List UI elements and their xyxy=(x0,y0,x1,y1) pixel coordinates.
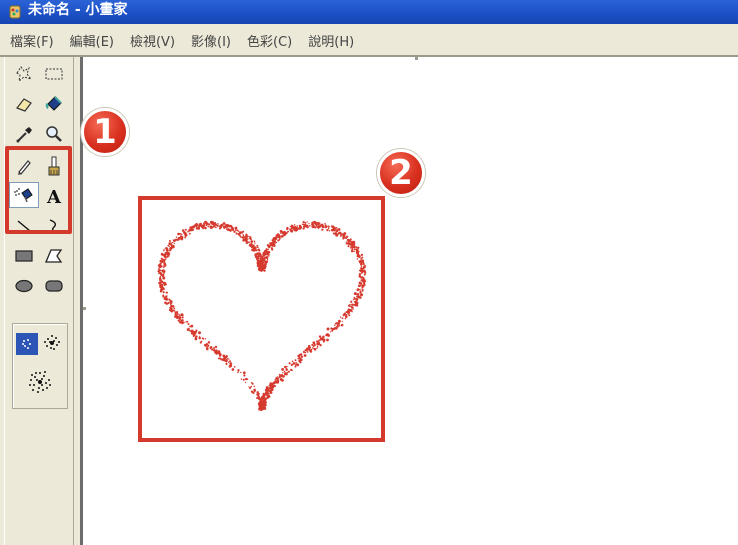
menu-colors[interactable]: 色彩(C) xyxy=(247,31,292,50)
spray-small-icon xyxy=(22,339,31,349)
canvas-highlight-box xyxy=(138,196,385,442)
rectangle-icon xyxy=(15,250,33,262)
ellipse-icon xyxy=(15,279,33,293)
menu-bar: 檔案(F) 編輯(E) 檢視(V) 影像(I) 色彩(C) 說明(H) xyxy=(0,24,738,56)
toolbox-highlight-box xyxy=(5,146,72,234)
polygon-icon xyxy=(45,249,63,263)
free-form-select-icon xyxy=(16,66,33,83)
ellipse-tool[interactable] xyxy=(10,273,38,299)
magnifier-tool[interactable] xyxy=(40,121,68,147)
pick-color-icon xyxy=(16,127,32,143)
menu-file[interactable]: 檔案(F) xyxy=(10,31,54,50)
fill-bucket-icon xyxy=(45,96,62,111)
step-badge-2-number: 2 xyxy=(389,153,413,193)
toolbox: A xyxy=(0,57,81,545)
rectangle-select-tool[interactable] xyxy=(40,61,68,87)
menu-image[interactable]: 影像(I) xyxy=(191,31,231,50)
step-badge-2: 2 xyxy=(377,149,425,197)
menu-help[interactable]: 說明(H) xyxy=(308,31,354,50)
step-badge-1: 1 xyxy=(81,108,129,156)
window-title: 未命名 - 小畫家 xyxy=(28,2,128,18)
airbrush-size-medium[interactable] xyxy=(41,332,63,354)
spray-large-icon xyxy=(29,371,51,393)
tool-options-box xyxy=(12,323,68,409)
rectangle-tool[interactable] xyxy=(10,243,38,269)
fill-tool[interactable] xyxy=(40,91,68,117)
magnifier-icon xyxy=(46,126,62,142)
menu-edit[interactable]: 編輯(E) xyxy=(70,31,114,50)
eraser-icon xyxy=(16,98,32,112)
rounded-rectangle-icon xyxy=(45,280,63,292)
polygon-tool[interactable] xyxy=(40,243,68,269)
step-badge-1-number: 1 xyxy=(93,112,117,152)
menu-view[interactable]: 檢視(V) xyxy=(130,31,175,50)
title-bar: 未命名 - 小畫家 xyxy=(0,0,738,24)
rectangle-select-icon xyxy=(45,68,63,80)
spray-medium-icon xyxy=(44,335,60,350)
paint-app-icon xyxy=(9,5,21,19)
airbrush-size-small[interactable] xyxy=(16,333,38,355)
free-form-select-tool[interactable] xyxy=(10,61,38,87)
rounded-rectangle-tool[interactable] xyxy=(40,273,68,299)
pick-color-tool[interactable] xyxy=(10,121,38,147)
airbrush-size-large[interactable] xyxy=(26,368,54,396)
eraser-tool[interactable] xyxy=(10,91,38,117)
